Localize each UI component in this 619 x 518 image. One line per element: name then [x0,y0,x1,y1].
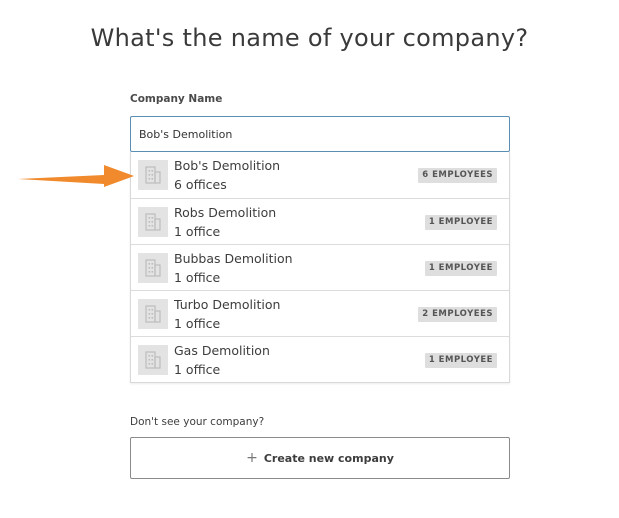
create-new-company-label: Create new company [263,451,394,465]
employee-count-badge: 1 EMPLOYEE [424,215,497,230]
company-suggestion-name: Gas Demolition [174,343,270,358]
company-suggestion-offices: 1 office [174,270,221,285]
company-name-input[interactable] [130,116,510,152]
company-suggestion-item[interactable]: Bob's Demolition 6 offices 6 EMPLOYEES [131,152,509,198]
company-suggestions-list: Bob's Demolition 6 offices 6 EMPLOYEES R… [130,152,510,383]
company-suggestion-name: Turbo Demolition [174,297,281,312]
company-suggestion-name: Bob's Demolition [174,158,281,173]
plus-icon: + [246,450,258,466]
company-suggestion-name: Bubbas Demolition [174,251,293,266]
employee-count-badge: 2 EMPLOYEES [418,307,497,322]
building-icon [138,253,168,283]
company-suggestion-item[interactable]: Robs Demolition 1 office 1 EMPLOYEE [131,198,509,244]
company-suggestion-name: Robs Demolition [174,205,277,220]
building-icon [138,299,168,329]
employee-count-badge: 6 EMPLOYEES [418,168,497,183]
company-suggestion-item[interactable]: Bubbas Demolition 1 office 1 EMPLOYEE [131,244,509,290]
company-suggestion-offices: 1 office [174,362,221,377]
company-suggestion-offices: 1 office [174,316,221,331]
missing-company-prompt: Don't see your company? [130,416,265,428]
company-name-label: Company Name [130,93,223,105]
company-suggestion-item[interactable]: Gas Demolition 1 office 1 EMPLOYEE [131,336,509,382]
building-icon [138,160,168,190]
company-suggestion-offices: 6 offices [174,177,227,192]
arrow-icon [18,165,134,187]
company-suggestion-offices: 1 office [174,224,221,239]
page-title: What's the name of your company? [90,24,529,52]
employee-count-badge: 1 EMPLOYEE [424,353,497,368]
company-suggestion-item[interactable]: Turbo Demolition 1 office 2 EMPLOYEES [131,290,509,336]
employee-count-badge: 1 EMPLOYEE [424,261,497,276]
create-new-company-button[interactable]: + Create new company [130,437,510,479]
building-icon [138,207,168,237]
building-icon [138,345,168,375]
